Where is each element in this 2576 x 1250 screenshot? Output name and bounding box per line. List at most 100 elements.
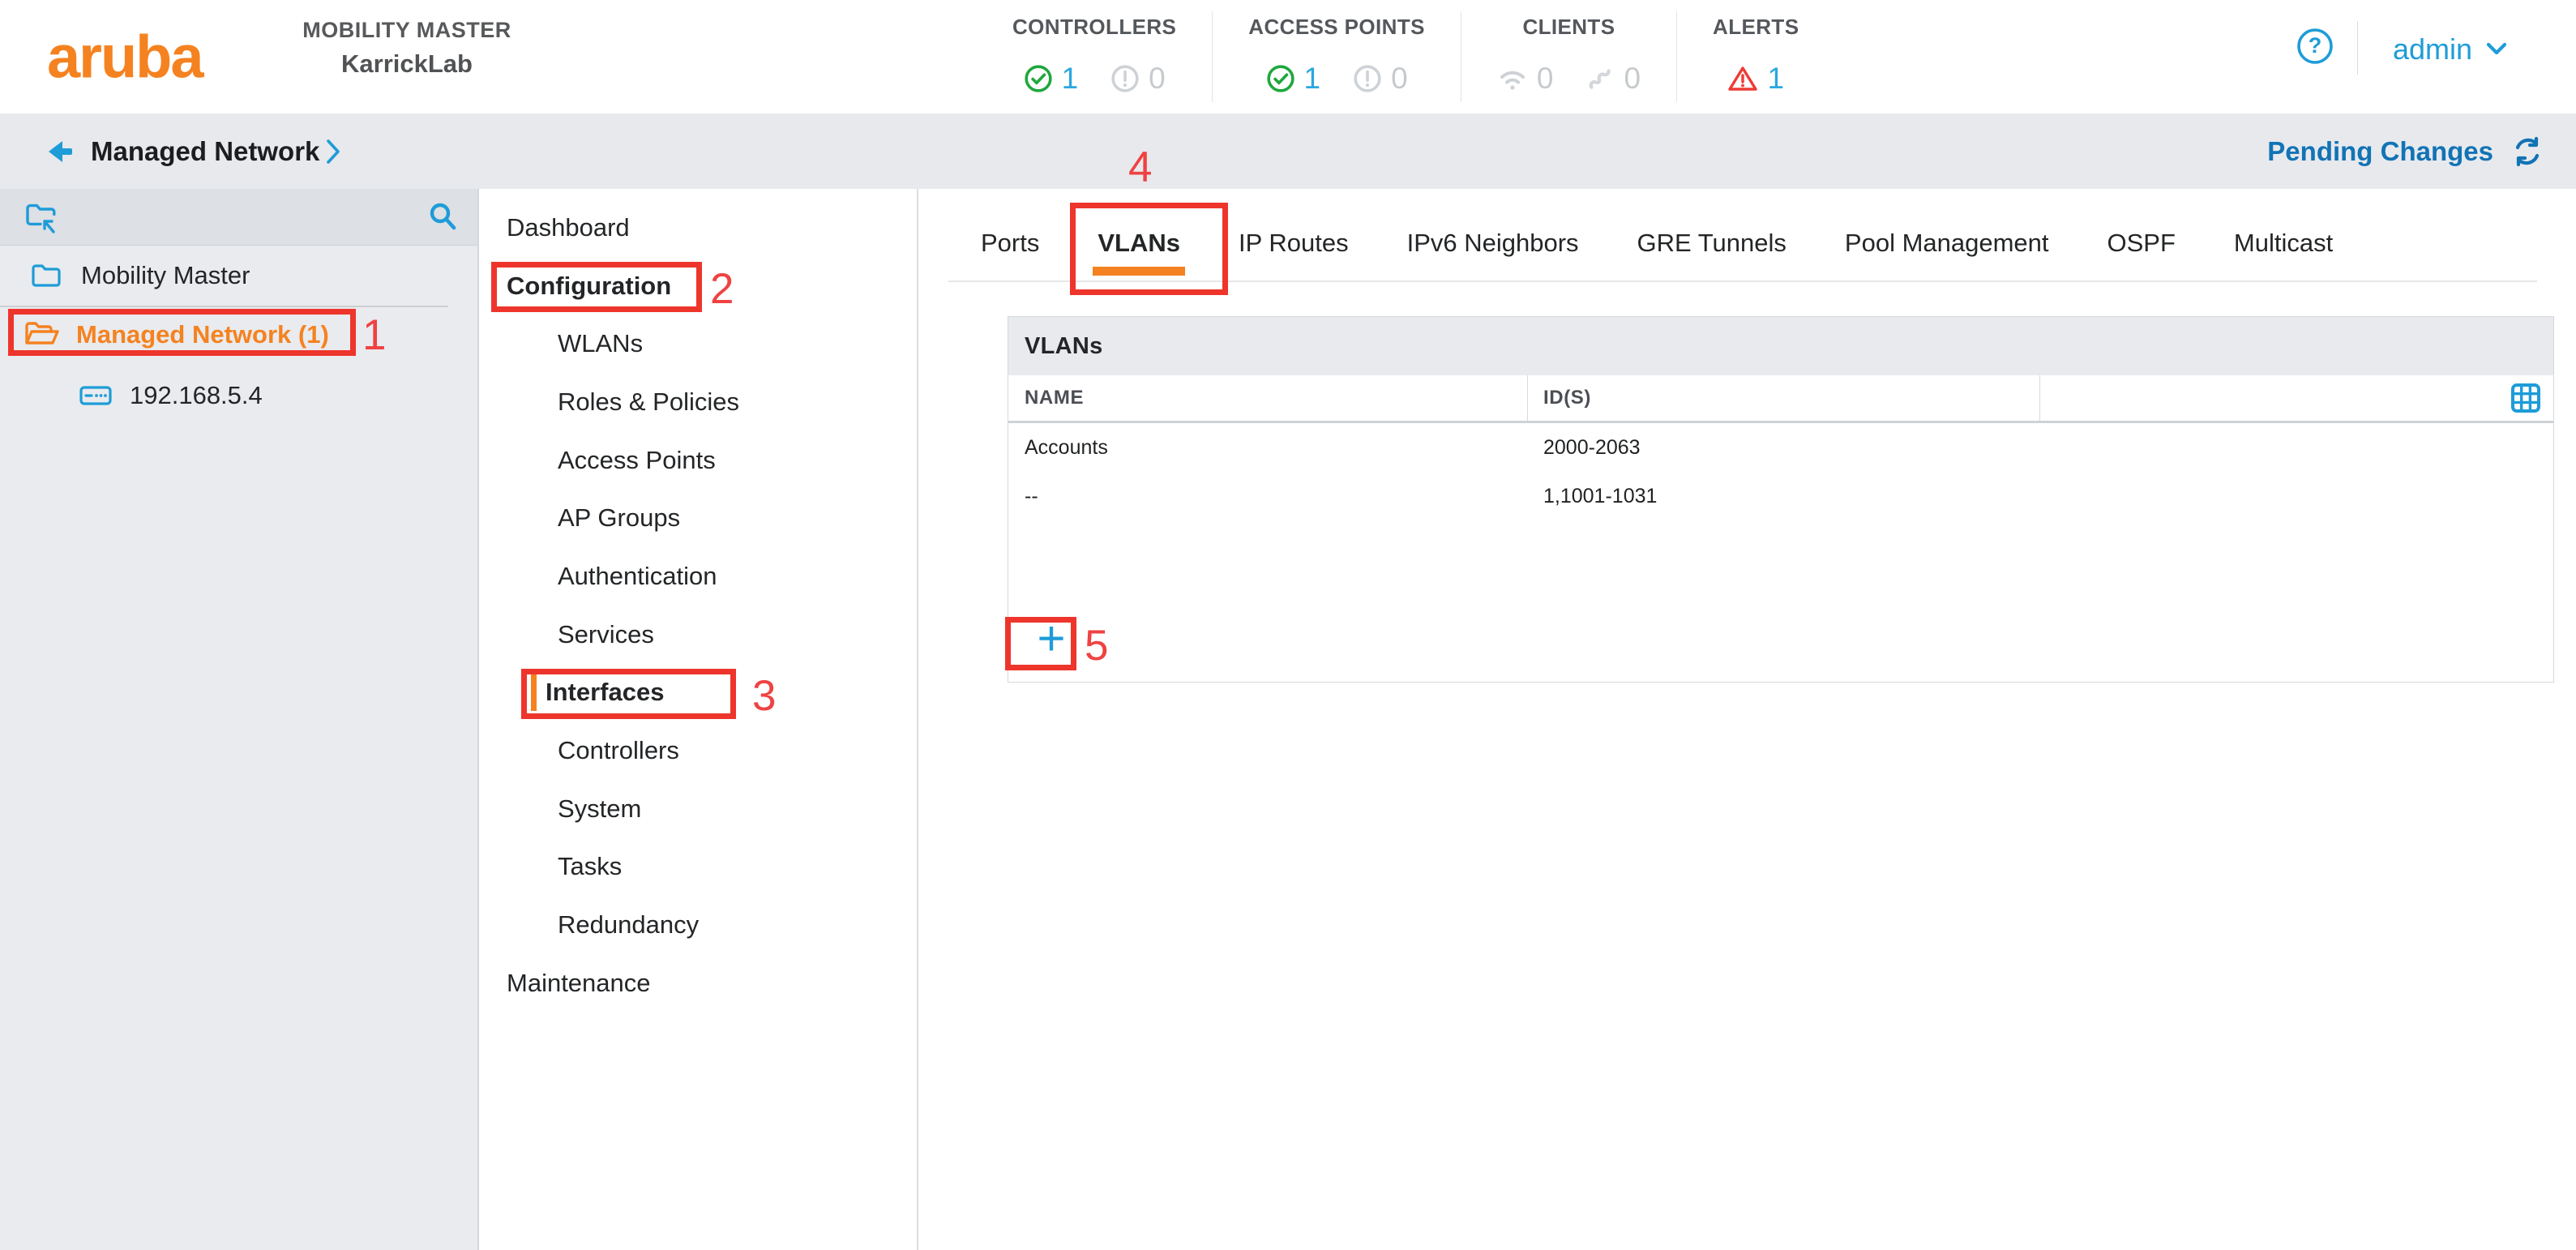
alerts-count[interactable]: 1 [1727,62,1784,96]
tree-item-label: 192.168.5.4 [130,381,263,410]
header-divider [2357,21,2358,75]
nav-item-label: WLANs [558,329,643,358]
search-icon[interactable] [427,201,458,232]
select-group-icon[interactable] [23,198,62,237]
controller-icon [78,379,113,412]
alert-circle-icon [1110,64,1140,93]
stat-label: ALERTS [1713,15,1799,40]
tab-label: GRE Tunnels [1637,229,1787,257]
wired-client-icon [1585,64,1615,93]
breadcrumb[interactable]: Managed Network [91,113,319,189]
nav-item-redundancy[interactable]: Redundancy [479,896,917,954]
tree-item-controller-192-168-5-4[interactable]: 192.168.5.4 [0,366,477,426]
user-menu[interactable]: admin [2393,32,2508,66]
nav-item-system[interactable]: System [479,780,917,838]
nav-item-roles-policies[interactable]: Roles & Policies [479,373,917,431]
selected-indicator [531,674,537,711]
column-settings-icon[interactable] [2510,382,2542,414]
nav-item-controllers[interactable]: Controllers [479,721,917,780]
tree-search-row [0,189,477,246]
product-block: MOBILITY MASTER KarrickLab [289,18,525,79]
nav-item-tasks[interactable]: Tasks [479,838,917,897]
nav-item-interfaces[interactable]: Interfaces [479,664,917,722]
table-row[interactable]: Accounts 2000-2063 [1008,423,2553,472]
nav-item-label: Services [558,620,654,649]
tab-pool-management[interactable]: Pool Management [1845,225,2049,262]
stat-value: 0 [1149,62,1166,96]
nav-item-label: System [558,794,641,824]
nav-item-label: Dashboard [507,213,630,242]
help-icon[interactable]: ? [2296,27,2334,66]
vlan-name-cell: -- [1025,472,1038,520]
controllers-up-count[interactable]: 1 [1024,62,1079,96]
column-header-name[interactable]: NAME [1025,375,1084,421]
open-folder-icon [23,317,62,353]
alert-circle-icon [1353,64,1382,93]
tree-divider [0,306,448,307]
stat-group-alerts: ALERTS 1 [1676,11,1834,102]
stat-group-controllers: CONTROLLERS 1 0 [977,11,1212,102]
table-header-row: NAME ID(S) [1008,375,2553,423]
tab-gre-tunnels[interactable]: GRE Tunnels [1637,225,1787,262]
refresh-icon [2510,134,2545,169]
nav-item-label: Maintenance [507,969,651,998]
stat-value: 0 [1391,62,1408,96]
tab-ipv6-neighbors[interactable]: IPv6 Neighbors [1407,225,1579,262]
panel-title: VLANs [1008,317,2553,375]
tab-ports[interactable]: Ports [981,225,1039,262]
add-vlan-button[interactable]: + [1028,619,1075,664]
nav-item-label: Controllers [558,736,679,765]
nav-item-dashboard[interactable]: Dashboard [479,199,917,257]
main-content: Ports VLANs IP Routes IPv6 Neighbors GRE… [918,189,2576,1250]
nav-item-label: Redundancy [558,910,699,940]
nav-item-access-points[interactable]: Access Points [479,431,917,490]
status-summary: CONTROLLERS 1 0 [977,11,1834,102]
tab-ip-routes[interactable]: IP Routes [1239,225,1349,262]
vlan-name-cell: Accounts [1025,423,1108,472]
column-header-ids[interactable]: ID(S) [1543,375,1591,421]
aps-up-count[interactable]: 1 [1266,62,1321,96]
nav-item-maintenance[interactable]: Maintenance [479,954,917,1012]
breadcrumb-bar: Managed Network Pending Changes [0,113,2576,189]
nav-item-configuration[interactable]: Configuration [479,257,917,315]
stat-group-access-points: ACCESS POINTS 1 0 [1212,11,1461,102]
top-header: aruba MOBILITY MASTER KarrickLab CONTROL… [0,0,2576,113]
nav-item-ap-groups[interactable]: AP Groups [479,489,917,547]
controllers-down-count[interactable]: 0 [1110,62,1166,96]
vlan-ids-cell: 2000-2063 [1543,423,1641,472]
check-circle-icon [1266,64,1295,93]
pending-changes[interactable]: Pending Changes [2267,113,2545,189]
tab-label: Pool Management [1845,229,2049,257]
nav-item-authentication[interactable]: Authentication [479,547,917,606]
config-nav-panel: Dashboard Configuration WLANs Roles & Po… [479,189,918,1250]
vlans-panel: VLANs NAME ID(S) Accounts 2000-2063 -- 1… [1008,316,2554,683]
tab-vlans[interactable]: VLANs [1098,225,1180,262]
tab-multicast[interactable]: Multicast [2234,225,2333,262]
tab-label: VLANs [1098,229,1180,257]
tree-item-mobility-master[interactable]: Mobility Master [0,246,477,306]
stat-label: CLIENTS [1522,15,1615,40]
aruba-logo: aruba [47,23,203,92]
back-arrow-icon[interactable] [42,135,76,169]
table-row[interactable]: -- 1,1001-1031 [1008,472,2553,520]
nav-item-services[interactable]: Services [479,606,917,664]
wireless-clients-count[interactable]: 0 [1497,62,1554,96]
nav-item-label: Interfaces [546,678,664,707]
wifi-icon [1497,64,1528,93]
tree-item-managed-network[interactable]: Managed Network (1) [0,309,477,361]
user-name: admin [2393,32,2472,66]
warning-triangle-icon [1727,64,1758,93]
device-tree-sidebar: Mobility Master Managed Network (1) 192.… [0,189,479,1250]
wired-clients-count[interactable]: 0 [1585,62,1641,96]
tabs-divider [948,280,2537,282]
nav-item-label: Tasks [558,852,622,881]
nav-item-label: AP Groups [558,503,680,533]
chevron-right-icon [324,138,342,165]
tab-label: OSPF [2107,229,2176,257]
nav-item-label: Access Points [558,446,716,475]
nav-item-wlans[interactable]: WLANs [479,315,917,373]
stat-label: CONTROLLERS [1012,15,1176,40]
stat-value: 1 [1767,62,1784,96]
aps-down-count[interactable]: 0 [1353,62,1408,96]
tab-ospf[interactable]: OSPF [2107,225,2176,262]
